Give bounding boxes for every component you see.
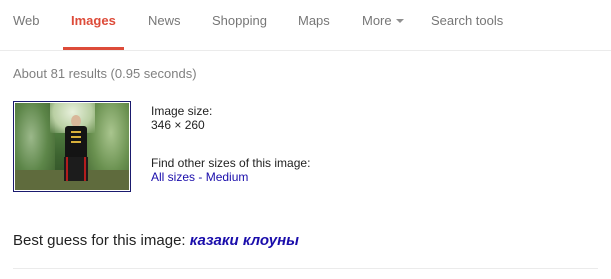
tab-shopping[interactable]: Shopping <box>212 13 267 33</box>
all-sizes-link[interactable]: All sizes <box>151 170 195 184</box>
size-link-separator: - <box>198 170 203 184</box>
image-size-value: 346 × 260 <box>151 118 205 132</box>
best-guess-query-link[interactable]: казаки клоуны <box>190 232 299 249</box>
size-links: All sizes - Medium <box>151 170 248 184</box>
result-stats: About 81 results (0.95 seconds) <box>13 66 197 81</box>
tab-news[interactable]: News <box>148 13 181 33</box>
medium-size-link[interactable]: Medium <box>206 170 249 184</box>
tab-web[interactable]: Web <box>13 13 40 33</box>
other-sizes-label: Find other sizes of this image: <box>151 156 311 170</box>
image-thumbnail[interactable] <box>13 101 131 192</box>
active-tab-indicator <box>63 47 124 50</box>
thumbnail-photo <box>15 103 129 190</box>
search-nav-bar: Web Images News Shopping Maps More Searc… <box>0 0 611 51</box>
chevron-down-icon <box>395 18 404 23</box>
tab-images[interactable]: Images <box>71 13 116 33</box>
tab-more[interactable]: More <box>362 13 404 33</box>
best-guess-label: Best guess for this image: <box>13 232 186 249</box>
best-guess: Best guess for this image: казаки клоуны <box>13 232 299 249</box>
tab-search-tools[interactable]: Search tools <box>431 13 503 33</box>
tab-maps[interactable]: Maps <box>298 13 330 33</box>
image-size-label: Image size: <box>151 104 213 118</box>
tab-more-label: More <box>362 13 392 28</box>
divider <box>13 268 598 269</box>
person-figure <box>63 115 89 183</box>
search-results-page: Web Images News Shopping Maps More Searc… <box>0 0 611 279</box>
